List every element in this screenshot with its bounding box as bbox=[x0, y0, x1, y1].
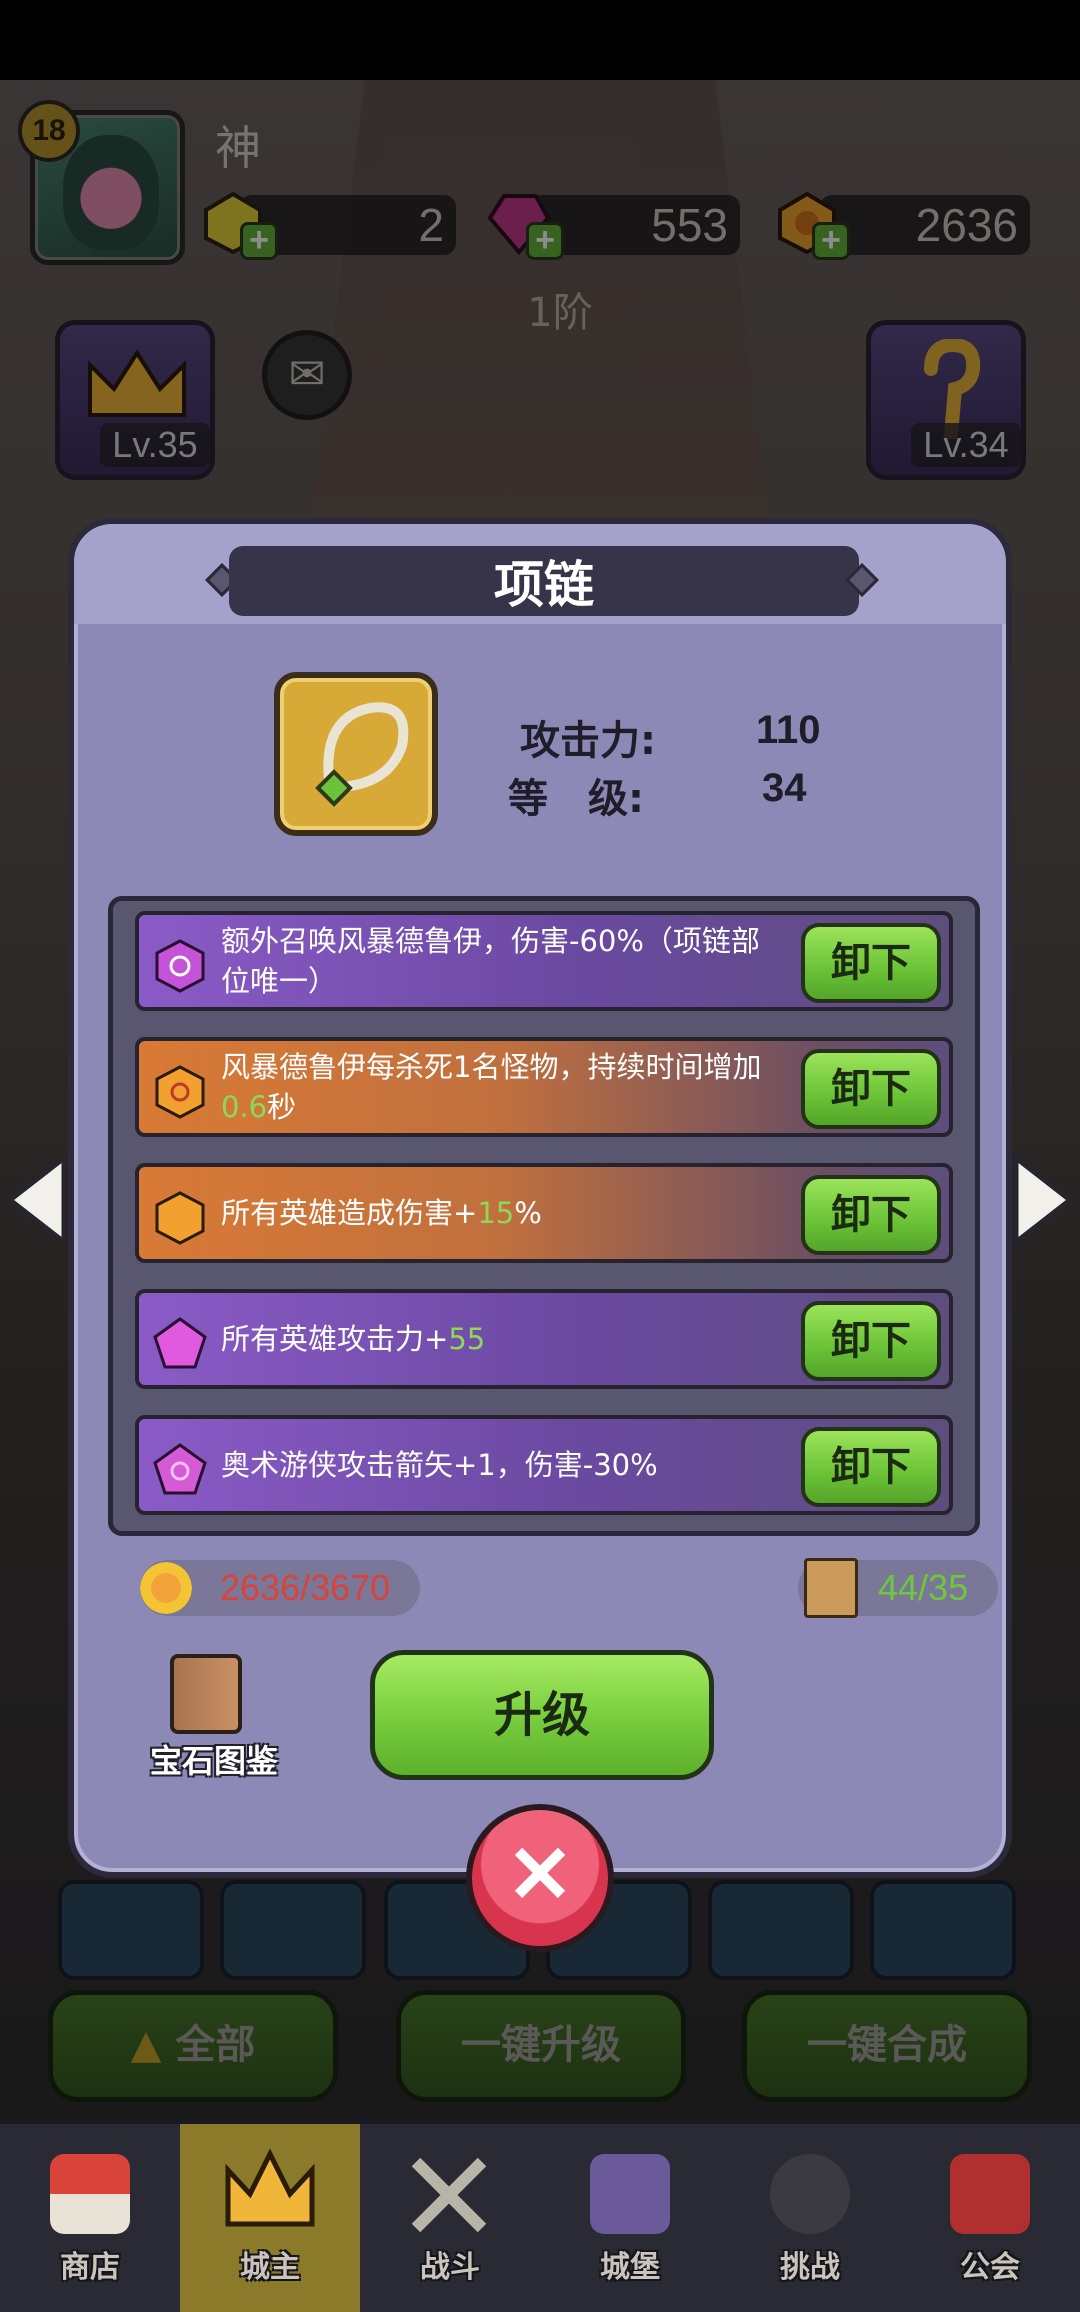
unload-gem-button[interactable]: 卸下 bbox=[801, 1427, 941, 1507]
scroll-cost: 44/35 bbox=[798, 1558, 998, 1618]
nav-shop[interactable]: 商店 bbox=[0, 2124, 180, 2312]
book-icon bbox=[170, 1654, 242, 1734]
shop-icon bbox=[50, 2154, 130, 2234]
gem-effect-prefix: 风暴德鲁伊每杀死1名怪物，持续时间增加 bbox=[221, 1050, 762, 1084]
gem-effect-prefix: 所有英雄造成伤害+ bbox=[221, 1196, 478, 1230]
next-arrow-icon[interactable] bbox=[1008, 1150, 1078, 1250]
purple-pentagon-gem-icon bbox=[153, 1317, 207, 1369]
gem-detail-modal: 项链 攻击力: 110 等 级: 34 额外召唤风暴德鲁伊，伤害-60%（项链部… bbox=[68, 518, 1012, 1878]
gem-codex-label: 宝石图鉴 bbox=[149, 1742, 278, 1780]
nav-shop-label: 商店 bbox=[60, 2250, 120, 2285]
unload-gem-button[interactable]: 卸下 bbox=[801, 923, 941, 1003]
nav-castle[interactable]: 城堡 bbox=[540, 2124, 720, 2312]
gem-effect-suffix: 秒 bbox=[267, 1090, 297, 1124]
gem-codex-button[interactable]: 宝石图鉴 bbox=[134, 1654, 294, 1784]
gem-effect-value: 15 bbox=[477, 1196, 515, 1230]
gem-effect-prefix: 所有英雄攻击力+ bbox=[221, 1322, 449, 1356]
banner-icon bbox=[950, 2154, 1030, 2234]
scroll-material-icon bbox=[804, 1558, 858, 1618]
orange-hexagon-gem-icon bbox=[155, 1065, 205, 1119]
nav-challenge-label: 挑战 bbox=[780, 2250, 840, 2285]
close-modal-button[interactable]: ✕ bbox=[466, 1804, 614, 1952]
gold-coin-icon bbox=[140, 1562, 192, 1614]
scroll-cost-text: 44/35 bbox=[878, 1567, 969, 1608]
bottom-nav: 商店 城主 战斗 城堡 挑战 公会 bbox=[0, 2120, 1080, 2312]
nav-guild[interactable]: 公会 bbox=[900, 2124, 1080, 2312]
coin-cost-text: 2636/3670 bbox=[220, 1567, 391, 1608]
purple-pentagon-gem-icon bbox=[153, 1443, 207, 1495]
attack-label: 攻击力: bbox=[520, 718, 656, 764]
gem-row: 额外召唤风暴德鲁伊，伤害-60%（项链部位唯一） 卸下 bbox=[135, 911, 953, 1011]
nav-lord-label: 城主 bbox=[240, 2250, 300, 2285]
nav-challenge[interactable]: 挑战 bbox=[720, 2124, 900, 2312]
gem-effect-text: 所有英雄攻击力+55 bbox=[221, 1293, 781, 1385]
gem-row: 所有英雄造成伤害+15% 卸下 bbox=[135, 1163, 953, 1263]
gem-row: 所有英雄攻击力+55 卸下 bbox=[135, 1289, 953, 1389]
swords-icon bbox=[411, 2157, 487, 2233]
level-label: 等 级: bbox=[508, 776, 644, 822]
gem-effect-value: 55 bbox=[448, 1322, 486, 1356]
demon-icon bbox=[770, 2154, 850, 2234]
necklace-icon bbox=[315, 702, 409, 807]
nav-battle-label: 战斗 bbox=[420, 2250, 480, 2285]
unload-gem-button[interactable]: 卸下 bbox=[801, 1301, 941, 1381]
necklace-item-slot bbox=[274, 672, 438, 836]
previous-arrow-icon[interactable] bbox=[2, 1150, 72, 1250]
gem-effect-suffix: % bbox=[514, 1196, 542, 1230]
coin-cost: 2636/3670 bbox=[140, 1560, 420, 1616]
socketed-gems-panel: 额外召唤风暴德鲁伊，伤害-60%（项链部位唯一） 卸下 风暴德鲁伊每杀死1名怪物… bbox=[108, 896, 980, 1536]
upgrade-button[interactable]: 升级 bbox=[370, 1650, 714, 1780]
gem-effect-text: 额外召唤风暴德鲁伊，伤害-60%（项链部位唯一） bbox=[221, 924, 760, 998]
gem-effect-text: 风暴德鲁伊每杀死1名怪物，持续时间增加 0.6秒 bbox=[221, 1041, 781, 1133]
modal-title: 项链 bbox=[494, 556, 594, 614]
modal-title-plate: 项链 bbox=[229, 546, 859, 616]
purple-hexagon-gem-icon bbox=[155, 939, 205, 993]
gem-effect-text: 奥术游侠攻击箭矢+1，伤害-30% bbox=[221, 1448, 658, 1482]
nav-lord[interactable]: 城主 bbox=[180, 2124, 360, 2312]
nav-battle[interactable]: 战斗 bbox=[360, 2124, 540, 2312]
gem-row: 奥术游侠攻击箭矢+1，伤害-30% 卸下 bbox=[135, 1415, 953, 1515]
unload-gem-button[interactable]: 卸下 bbox=[801, 1175, 941, 1255]
nav-castle-label: 城堡 bbox=[600, 2250, 660, 2285]
attack-value: 110 bbox=[756, 708, 821, 752]
nav-guild-label: 公会 bbox=[960, 2250, 1020, 2285]
gem-row: 风暴德鲁伊每杀死1名怪物，持续时间增加 0.6秒 卸下 bbox=[135, 1037, 953, 1137]
orange-hexagon-gem-icon bbox=[155, 1191, 205, 1245]
close-icon: ✕ bbox=[506, 1830, 574, 1919]
crown-icon bbox=[225, 2148, 315, 2227]
castle-icon bbox=[590, 2154, 670, 2234]
level-value: 34 bbox=[762, 766, 807, 810]
gem-effect-value: 0.6 bbox=[221, 1090, 268, 1124]
gem-effect-text: 所有英雄造成伤害+15% bbox=[221, 1167, 781, 1259]
unload-gem-button[interactable]: 卸下 bbox=[801, 1049, 941, 1129]
